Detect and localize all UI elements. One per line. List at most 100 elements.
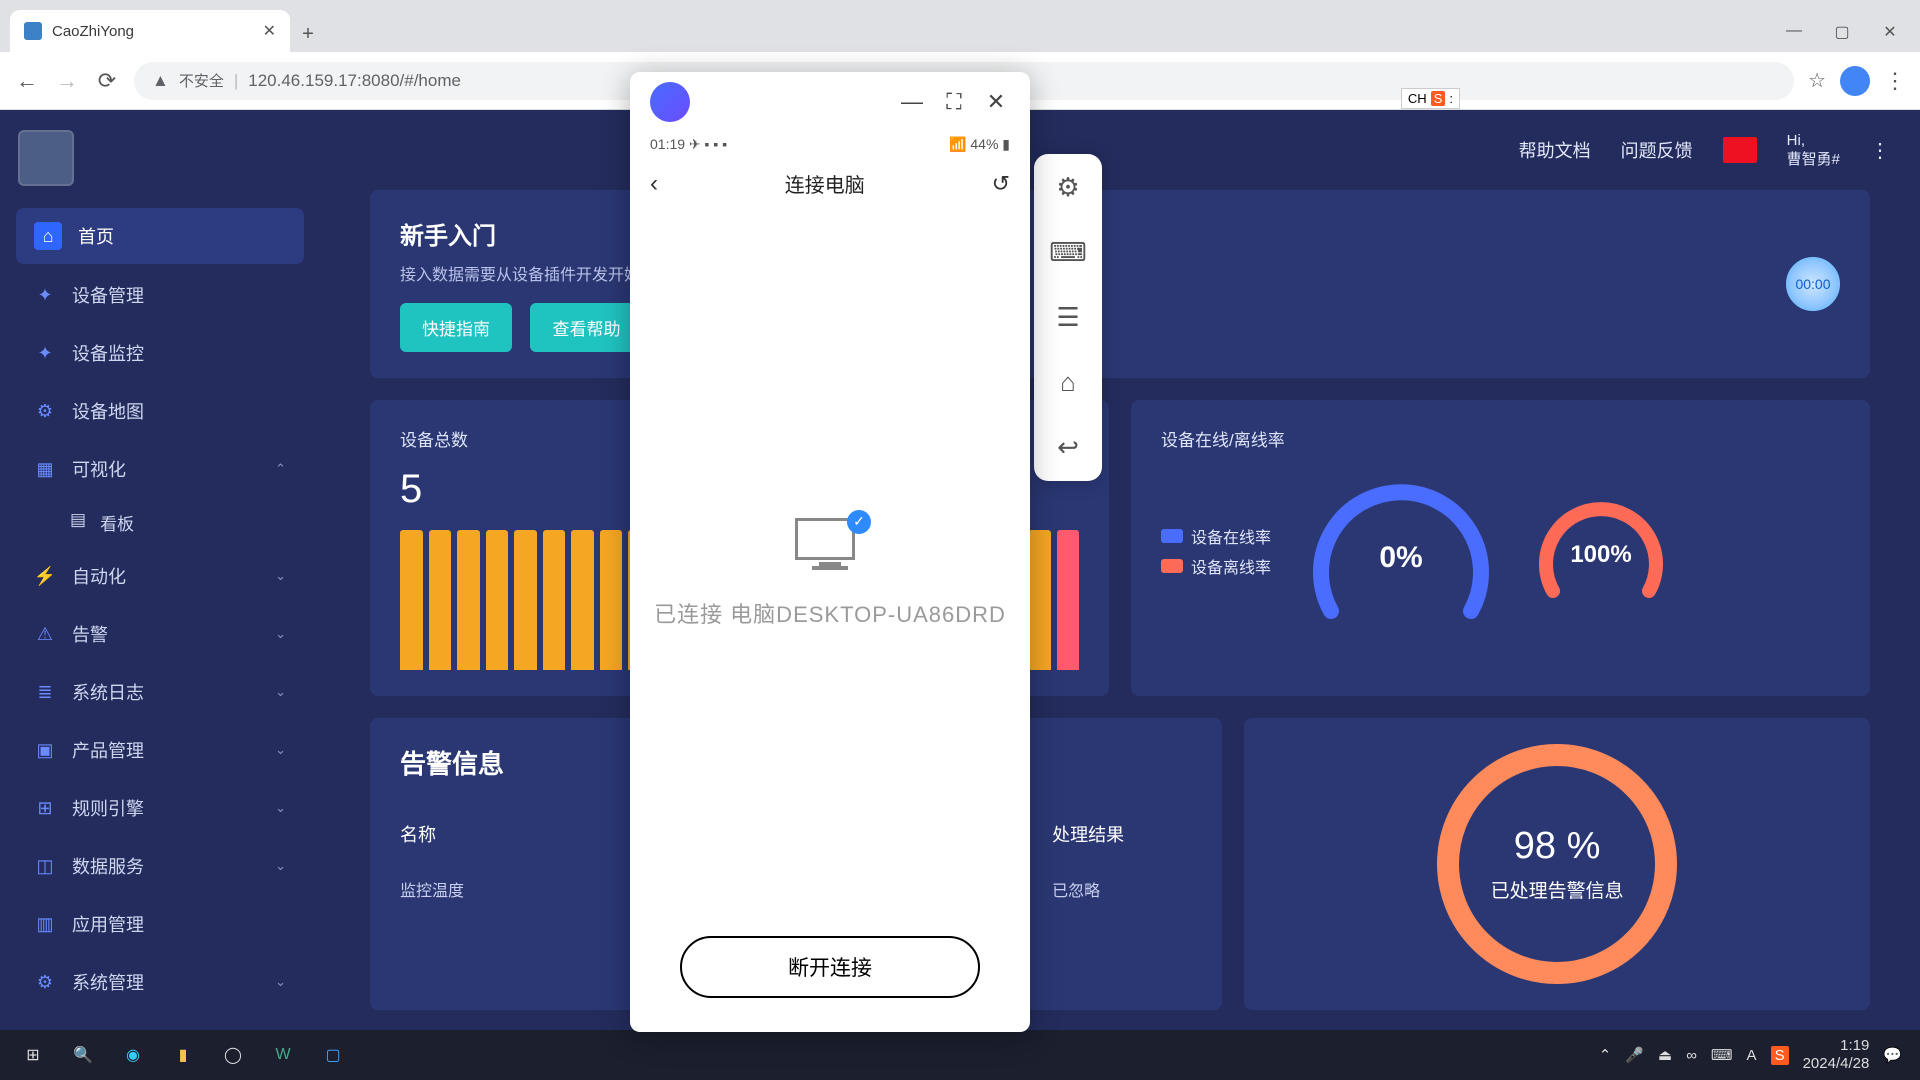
taskbar-app-explorer[interactable]: ▮ [158,1034,208,1076]
sidebar-item-label: 首页 [78,223,114,249]
disconnect-button[interactable]: 断开连接 [680,936,980,998]
topbar-menu-icon[interactable]: ⋮ [1870,138,1890,163]
browser-menu-icon[interactable]: ⋮ [1884,68,1906,94]
sidebar-item-product[interactable]: ▣ 产品管理 ⌄ [16,723,304,777]
profile-avatar-icon[interactable] [1840,66,1870,96]
reload-button[interactable]: ⟳ [94,68,120,94]
new-tab-button[interactable]: + [290,16,326,52]
processed-label: 已处理告警信息 [1491,876,1624,903]
bookmark-icon[interactable]: ☆ [1808,68,1826,93]
browser-tab[interactable]: CaoZhiYong ✕ [10,10,290,52]
chevron-down-icon: ⌄ [275,626,286,642]
minimize-icon[interactable]: ― [898,89,926,115]
sidebar-item-syslog[interactable]: ≣ 系统日志 ⌄ [16,665,304,719]
tray-chevron-icon[interactable]: ⌃ [1599,1046,1612,1064]
user-avatar[interactable] [18,130,74,186]
sidebar-item-app-mgmt[interactable]: ▥ 应用管理 [16,897,304,951]
windows-taskbar: ⊞ 🔍 ◉ ▮ ◯ W ▢ ⌃ 🎤 ⏏ ∞ ⌨ A S 1:19 2024/4/… [0,1030,1920,1080]
apps-icon: ▥ [34,913,56,935]
phone-app-logo-icon [650,82,690,122]
minimize-icon[interactable]: ― [1784,22,1804,42]
chevron-up-icon: ⌃ [275,461,286,477]
window-controls: ― ▢ ✕ [1784,22,1920,52]
sidebar-item-label: 设备监控 [72,340,144,366]
tray-mic-icon[interactable]: 🎤 [1625,1046,1644,1064]
ime-indicator[interactable]: CH S : [1401,88,1460,109]
list-icon[interactable]: ☰ [1056,302,1079,333]
sidebar-item-label: 设备管理 [72,282,144,308]
floating-toolbar: ⚙ ⌨ ☰ ⌂ ↩ [1034,154,1102,481]
phone-back-icon[interactable]: ‹ [650,170,658,198]
history-icon[interactable]: ↺ [992,171,1010,197]
sidebar-item-label: 自动化 [72,563,126,589]
sidebar-item-label: 产品管理 [72,737,144,763]
intro-card: 新手入门 接入数据需要从设备插件开发开始 快捷指南 查看帮助 00:00 [370,190,1870,378]
back-icon[interactable]: ↩ [1057,432,1079,463]
view-help-button[interactable]: 查看帮助 [530,303,642,352]
processed-ring: 98 % 已处理告警信息 [1437,744,1677,984]
system-clock[interactable]: 1:19 2024/4/28 [1803,1037,1870,1073]
ime-engine-icon: S [1431,91,1446,106]
online-rate-card: 设备在线/离线率 设备在线率 设备离线率 0% 100% [1131,400,1870,696]
notifications-icon[interactable]: 💬 [1883,1046,1902,1064]
taskbar-app-1[interactable]: ◉ [108,1034,158,1076]
fullscreen-icon[interactable]: ⛶ [940,89,968,115]
forward-button[interactable]: → [54,68,80,94]
taskbar-app-chrome[interactable]: ◯ [208,1034,258,1076]
processed-pct: 98 % [1514,825,1601,868]
tray-keyboard-icon[interactable]: ⌨ [1711,1046,1733,1064]
ime-dropdown-icon: : [1449,91,1453,106]
start-button[interactable]: ⊞ [8,1034,58,1076]
taskbar-app-wps[interactable]: W [258,1034,308,1076]
sidebar-item-sys-mgmt[interactable]: ⚙ 系统管理 ⌄ [16,955,304,1009]
home-icon[interactable]: ⌂ [1060,367,1076,398]
clock-date: 2024/4/28 [1803,1055,1870,1073]
search-icon[interactable]: 🔍 [58,1034,108,1076]
check-badge-icon: ✓ [847,510,871,534]
close-icon[interactable]: ✕ [982,89,1010,115]
sidebar-subitem-label: 看板 [100,510,134,535]
help-docs-link[interactable]: 帮助文档 [1519,137,1591,163]
tray-ime-a-icon[interactable]: A [1747,1047,1757,1064]
chevron-down-icon: ⌄ [275,684,286,700]
sidebar-item-label: 系统日志 [72,679,144,705]
sidebar-item-data-service[interactable]: ◫ 数据服务 ⌄ [16,839,304,893]
sidebar-item-label: 应用管理 [72,911,144,937]
hi-label: Hi, [1787,131,1840,151]
chevron-down-icon: ⌄ [275,974,286,990]
quick-guide-button[interactable]: 快捷指南 [400,303,512,352]
close-window-icon[interactable]: ✕ [1880,22,1900,42]
tab-title: CaoZhiYong [52,23,253,40]
keyboard-icon[interactable]: ⌨ [1049,237,1087,268]
sidebar-item-rule-engine[interactable]: ⊞ 规则引擎 ⌄ [16,781,304,835]
tray-link-icon[interactable]: ∞ [1686,1047,1697,1064]
flag-cn-icon[interactable] [1723,137,1757,163]
back-button[interactable]: ← [14,68,40,94]
close-tab-icon[interactable]: ✕ [263,21,276,41]
online-title: 设备在线/离线率 [1161,426,1840,451]
home-icon: ⌂ [34,222,62,250]
maximize-icon[interactable]: ▢ [1832,22,1852,42]
tray-usb-icon[interactable]: ⏏ [1658,1046,1672,1064]
browser-tabstrip: CaoZhiYong ✕ + ― ▢ ✕ [0,0,1920,52]
sidebar-item-device-map[interactable]: ⚙ 设备地图 [16,384,304,438]
gauge-offline: 100% [1531,491,1671,611]
alert-name: 监控温度 [400,877,640,901]
sidebar: ⌂ 首页 ✦ 设备管理 ✦ 设备监控 ⚙ 设备地图 ▦ 可视化 ⌃ ▤ 看板 ⚡… [0,110,320,1030]
phone-time: 01:19 [650,136,685,152]
gear-icon[interactable]: ⚙ [1056,172,1079,203]
sidebar-item-automation[interactable]: ⚡ 自动化 ⌄ [16,549,304,603]
sidebar-item-alert[interactable]: ⚠ 告警 ⌄ [16,607,304,661]
feedback-link[interactable]: 问题反馈 [1621,137,1693,163]
intro-title: 新手入门 [400,216,656,251]
alert-result: 已忽略 [1052,877,1192,901]
phone-mirror-window: ― ⛶ ✕ 01:19 ✈ ▪ ▪ ▪ 📶 44% ▮ ‹ 连接电脑 ↺ ✓ 已… [630,72,1030,1032]
sidebar-item-home[interactable]: ⌂ 首页 [16,208,304,264]
sidebar-item-device-mgmt[interactable]: ✦ 设备管理 [16,268,304,322]
sidebar-item-device-monitor[interactable]: ✦ 设备监控 [16,326,304,380]
sidebar-item-visualization[interactable]: ▦ 可视化 ⌃ [16,442,304,496]
clock-time: 1:19 [1803,1037,1870,1055]
taskbar-app-chat[interactable]: ▢ [308,1034,358,1076]
tray-ime-s-icon[interactable]: S [1771,1046,1789,1065]
sidebar-subitem-kanban[interactable]: ▤ 看板 [10,500,310,545]
